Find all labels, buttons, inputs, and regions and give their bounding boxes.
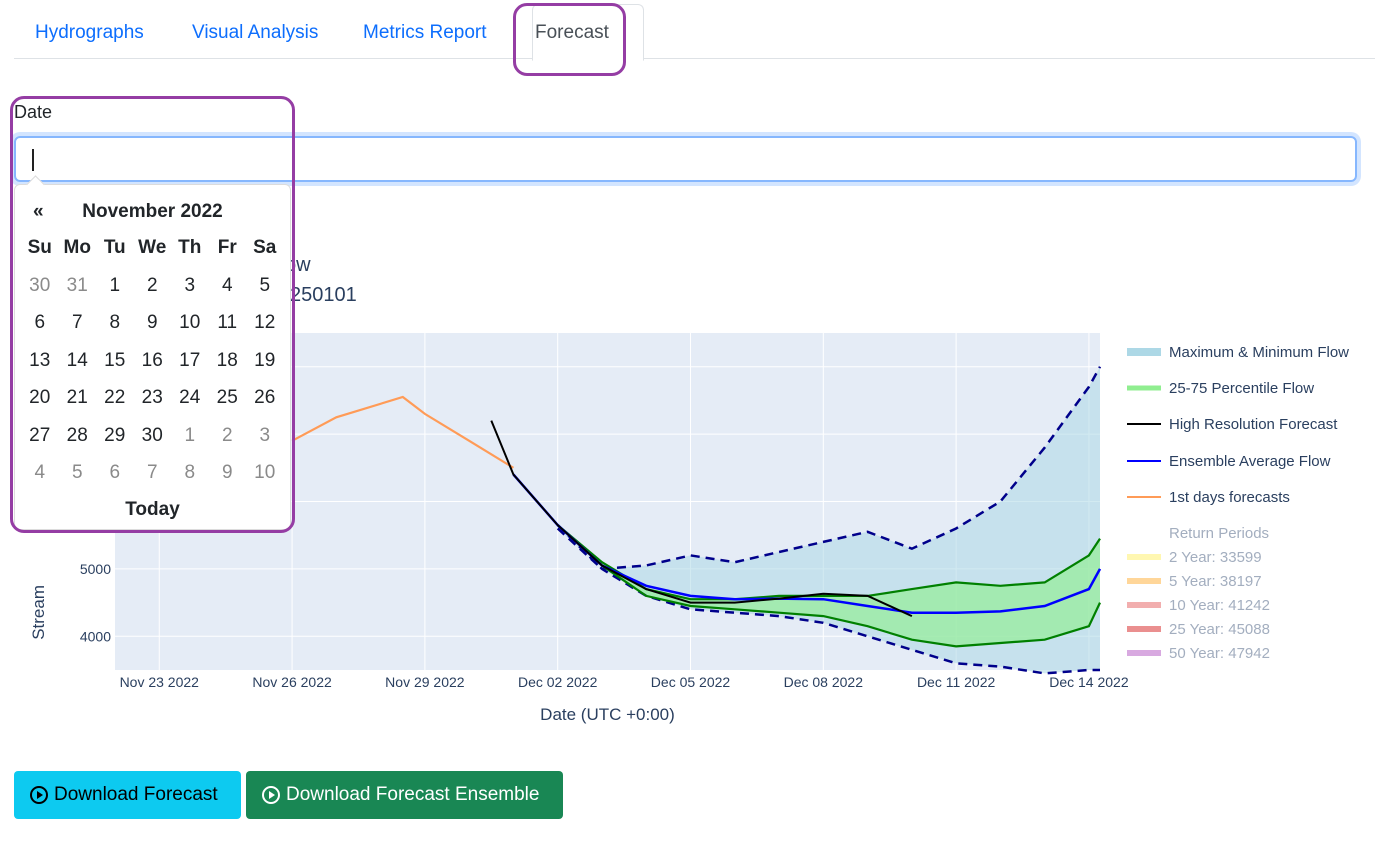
legend-label: 25-75 Percentile Flow <box>1169 380 1314 397</box>
weekday-header: Su <box>27 237 52 258</box>
calendar-day[interactable]: 14 <box>59 348 97 386</box>
download-forecast-label: Download Forecast <box>54 784 218 805</box>
calendar-day[interactable]: 5 <box>59 460 97 498</box>
download-ensemble-button[interactable]: Download Forecast Ensemble <box>246 771 563 819</box>
calendar-day[interactable]: 13 <box>21 348 59 386</box>
return-period-label: 50 Year: 47942 <box>1169 645 1270 662</box>
legend-swatch <box>1127 348 1161 356</box>
text-caret <box>32 149 34 171</box>
return-period-label: 5 Year: 38197 <box>1169 573 1262 590</box>
calendar-day[interactable]: 7 <box>134 460 172 498</box>
calendar-day[interactable]: 5 <box>246 273 284 311</box>
return-periods-title: Return Periods <box>1169 525 1269 542</box>
x-axis-title: Date (UTC +0:00) <box>540 705 675 724</box>
calendar-day[interactable]: 10 <box>246 460 284 498</box>
date-input[interactable] <box>14 136 1357 182</box>
calendar-day[interactable]: 6 <box>21 310 59 348</box>
x-tick-label: Dec 08 2022 <box>784 674 864 690</box>
calendar-day[interactable]: 4 <box>21 460 59 498</box>
calendar-day[interactable]: 22 <box>96 385 134 423</box>
y-tick-label: 4000 <box>80 628 111 644</box>
calendar-grid: Su Mo Tu We Th Fr Sa 30 31 1 2 3 4 5 6 7 8 9 10 11 12 13 14 15 1… <box>21 235 283 498</box>
calendar-day[interactable]: 7 <box>59 310 97 348</box>
calendar-day[interactable]: 6 <box>96 460 134 498</box>
calendar-day[interactable]: 12 <box>246 310 284 348</box>
weekday-header: Th <box>178 237 202 258</box>
calendar-day[interactable]: 11 <box>209 310 247 348</box>
return-period-swatch <box>1127 602 1161 608</box>
play-circle-icon <box>262 786 280 804</box>
calendar-day[interactable]: 26 <box>246 385 284 423</box>
return-period-swatch <box>1127 554 1161 560</box>
weekday-header: Tu <box>103 237 126 258</box>
calendar-day[interactable]: 16 <box>134 348 172 386</box>
return-period-swatch <box>1127 650 1161 656</box>
calendar-day[interactable]: 9 <box>134 310 172 348</box>
x-tick-label: Nov 26 2022 <box>252 674 332 690</box>
calendar-day[interactable]: 15 <box>96 348 134 386</box>
calendar-day[interactable]: 30 <box>21 273 59 311</box>
calendar-day[interactable]: 3 <box>246 423 284 461</box>
legend-label: 1st days forecasts <box>1169 489 1290 506</box>
play-circle-icon <box>30 786 48 804</box>
weekday-header: Mo <box>63 237 91 258</box>
calendar-day[interactable]: 28 <box>59 423 97 461</box>
legend-label: Maximum & Minimum Flow <box>1169 344 1349 361</box>
calendar-day[interactable]: 1 <box>96 273 134 311</box>
calendar-day[interactable]: 18 <box>209 348 247 386</box>
return-period-label: 25 Year: 45088 <box>1169 621 1270 638</box>
calendar-day[interactable]: 27 <box>21 423 59 461</box>
calendar-day[interactable]: 24 <box>171 385 209 423</box>
date-label: Date <box>14 102 53 122</box>
calendar-day[interactable]: 19 <box>246 348 284 386</box>
x-tick-label: Nov 29 2022 <box>385 674 465 690</box>
tab-hydrographs[interactable]: Hydrographs <box>35 22 144 44</box>
calendar-day[interactable]: 21 <box>59 385 97 423</box>
calendar-day[interactable]: 8 <box>96 310 134 348</box>
nav-tabs: Hydrographs Visual Analysis Metrics Repo… <box>14 0 1375 61</box>
previous-month-button[interactable]: « <box>33 201 44 223</box>
tab-visual-analysis[interactable]: Visual Analysis <box>192 22 318 44</box>
return-period-swatch <box>1127 626 1161 632</box>
calendar-day[interactable]: 4 <box>209 273 247 311</box>
calendar-day[interactable]: 29 <box>96 423 134 461</box>
calendar-day[interactable]: 2 <box>209 423 247 461</box>
x-tick-label: Dec 14 2022 <box>1049 674 1129 690</box>
weekday-header: Sa <box>253 237 277 258</box>
calendar-day[interactable]: 3 <box>171 273 209 311</box>
calendar-day[interactable]: 23 <box>134 385 172 423</box>
y-axis-title: Stream <box>29 585 48 640</box>
download-forecast-button[interactable]: Download Forecast <box>14 771 241 819</box>
calendar-day[interactable]: 9 <box>209 460 247 498</box>
calendar-day[interactable]: 10 <box>171 310 209 348</box>
date-picker-calendar: November 2022 « Su Mo Tu We Th Fr Sa 30 31 1 2 3 4 5 6… <box>14 175 291 530</box>
return-period-swatch <box>1127 578 1161 584</box>
return-period-label: 2 Year: 33599 <box>1169 549 1262 566</box>
calendar-day[interactable]: 20 <box>21 385 59 423</box>
calendar-day[interactable]: 2 <box>134 273 172 311</box>
x-tick-label: Nov 23 2022 <box>120 674 200 690</box>
weekday-header: We <box>138 237 167 258</box>
today-button[interactable]: Today <box>15 499 290 521</box>
calendar-day[interactable]: 25 <box>209 385 247 423</box>
y-tick-label: 5000 <box>80 561 111 577</box>
calendar-day[interactable]: 30 <box>134 423 172 461</box>
weekday-header: Fr <box>217 237 237 258</box>
return-period-label: 10 Year: 41242 <box>1169 597 1270 614</box>
legend-label: Ensemble Average Flow <box>1169 453 1331 470</box>
tab-metrics-report[interactable]: Metrics Report <box>363 22 487 44</box>
calendar-day[interactable]: 17 <box>171 348 209 386</box>
calendar-day[interactable]: 31 <box>59 273 97 311</box>
calendar-day[interactable]: 1 <box>171 423 209 461</box>
tab-forecast[interactable]: Forecast <box>535 22 609 44</box>
calendar-day[interactable]: 8 <box>171 460 209 498</box>
x-tick-label: Dec 02 2022 <box>518 674 598 690</box>
legend-label: High Resolution Forecast <box>1169 416 1338 433</box>
calendar-month-title: November 2022 <box>82 201 223 222</box>
x-tick-label: Dec 11 2022 <box>917 674 996 690</box>
download-ensemble-label: Download Forecast Ensemble <box>286 784 540 805</box>
x-tick-label: Dec 05 2022 <box>651 674 731 690</box>
